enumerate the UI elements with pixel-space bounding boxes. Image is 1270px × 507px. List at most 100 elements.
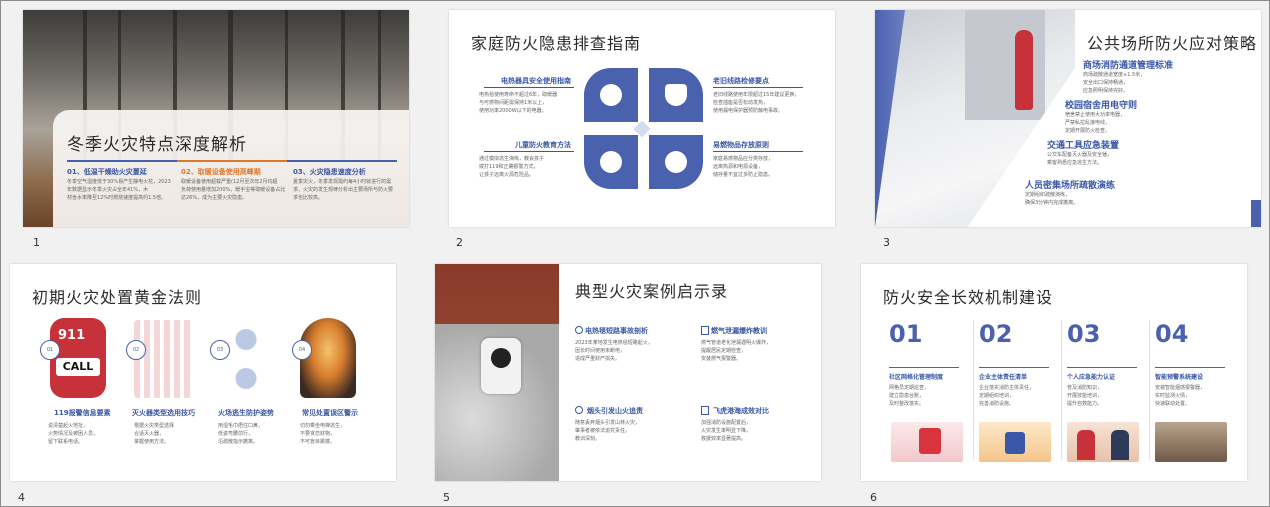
clock-icon bbox=[665, 151, 687, 173]
item-heading: 烟头引发山火追责 bbox=[587, 407, 643, 415]
item-text: 商场疏散通道宽度≥1.5米， bbox=[1083, 72, 1146, 78]
item-text: 不可盲目跳楼。 bbox=[300, 439, 336, 445]
shield-icon bbox=[665, 84, 687, 106]
item-heading: 儿童防火教育方法 bbox=[515, 141, 571, 149]
item-text: 夏季灾火，冬季发现需约每4小时就进行的需 bbox=[293, 179, 392, 185]
item-text: 定期组织培训， bbox=[979, 393, 1015, 399]
slide-number: 3 bbox=[883, 236, 890, 249]
item-text: 定期组织疏散演练， bbox=[1025, 192, 1071, 198]
title-panel: 冬季火灾特点深度解析 01、低温干燥助火灾蔓延 冬季空气湿度低于30%易产生静电… bbox=[53, 110, 409, 227]
bulb-icon bbox=[600, 84, 622, 106]
item-text: 教训深刻。 bbox=[575, 436, 601, 442]
item-text: 低姿弯腰前行， bbox=[218, 431, 254, 437]
item-text: 燃气管道老化泄漏遇明火爆炸， bbox=[701, 340, 772, 346]
controller-image bbox=[481, 338, 521, 394]
item-heading: 电热毯短路事故剖析 bbox=[585, 327, 648, 335]
slide-thumbnail-2[interactable]: 家庭防火隐患排查指南 电热器具安全使用指南 电热毯使用寿命不超过6年，取暖器 与… bbox=[449, 10, 835, 227]
item-heading: 交通工具应急装置 bbox=[1047, 141, 1120, 151]
item-text: 肇事者被依法追究责任， bbox=[575, 428, 631, 434]
item-heading: 火场逃生防护姿势 bbox=[218, 409, 274, 417]
slide-thumbnail-4[interactable]: 初期火灾处置黄金法则 911 CALL 01 02 03 04 119报警信息要… bbox=[10, 264, 396, 481]
firefighter-figure bbox=[1077, 430, 1095, 460]
heading-underline bbox=[1067, 367, 1137, 368]
item-text: 救援效率显著提高。 bbox=[701, 436, 747, 442]
item-text: 年数据显示冬季火灾占全年41%，木 bbox=[67, 187, 149, 193]
slide-title: 初期火灾处置黄金法则 bbox=[32, 288, 203, 307]
presenter-figure bbox=[919, 428, 941, 454]
corner-accent bbox=[1251, 200, 1261, 227]
slide-thumbnail-5[interactable]: 典型火灾案例启示录 电热毯短路事故剖析 2023年某地发生电热毯短路起火， 因长… bbox=[435, 264, 821, 481]
item-text: 网格员定期巡查， bbox=[889, 385, 930, 391]
item-text: 完善消防设施。 bbox=[979, 401, 1015, 407]
item-text: 老旧线路使用年限超过15年建议更换， bbox=[713, 92, 800, 98]
call-number: 911 bbox=[58, 328, 86, 343]
item-heading: 个人应急能力认证 bbox=[1067, 374, 1116, 381]
item-heading: 灭火器类型选用技巧 bbox=[132, 409, 195, 417]
item-text: 与可燃物间距需保持1米以上， bbox=[479, 100, 548, 106]
item-text: 提升自救能力。 bbox=[1067, 401, 1103, 407]
item-text: 安全出口保持畅通， bbox=[1083, 80, 1129, 86]
slide-title: 冬季火灾特点深度解析 bbox=[67, 135, 247, 155]
item-text: 普及消防知识， bbox=[1067, 385, 1103, 391]
item-text: 建立隐患台账， bbox=[889, 393, 925, 399]
item-heading: 01、低温干燥助火灾蔓延 bbox=[67, 168, 147, 176]
item-text: 应急照明保持完好。 bbox=[1083, 88, 1129, 94]
item-text: 负荷使用量增加200%，暖手宝等取暖设备占比 bbox=[181, 187, 286, 193]
item-text: 公交车配备灭火器及安全锤， bbox=[1047, 152, 1113, 158]
call-phone-image: 911 CALL bbox=[50, 318, 106, 398]
slide-number: 5 bbox=[443, 491, 450, 504]
step-number: 04 bbox=[1155, 320, 1189, 348]
item-heading: 02、取暖设备使用高峰期 bbox=[181, 168, 261, 176]
item-text: 通过模拟逃生演练，教会孩子 bbox=[479, 156, 545, 162]
item-text: 远离热源和电源设备， bbox=[713, 164, 764, 170]
lock-icon bbox=[1005, 432, 1025, 454]
heading-underline bbox=[979, 367, 1049, 368]
item-text: 使用功率2000W以下的电器。 bbox=[479, 108, 547, 114]
step-number: 03 bbox=[1067, 320, 1101, 348]
item-text: 企业落实消防主体责任， bbox=[979, 385, 1035, 391]
item-text: 说清楚起火地址， bbox=[48, 423, 89, 429]
item-text: 用湿毛巾捂住口鼻， bbox=[218, 423, 264, 429]
item-heading: 119报警信息要素 bbox=[54, 409, 111, 417]
slide-thumbnail-1[interactable]: 冬季火灾特点深度解析 01、低温干燥助火灾蔓延 冬季空气湿度低于30%易产生静电… bbox=[23, 10, 409, 227]
slide-title: 家庭防火隐患排查指南 bbox=[471, 34, 642, 53]
column-divider bbox=[973, 320, 974, 460]
item-heading: 常见处置误区警示 bbox=[302, 409, 358, 417]
badge-circle: 03 bbox=[210, 340, 230, 360]
item-text: 加强消防设施配置后， bbox=[701, 420, 752, 426]
slide-number: 4 bbox=[18, 491, 25, 504]
item-text: 合适灭火器， bbox=[134, 431, 165, 437]
extinguisher-grid-image bbox=[134, 320, 194, 398]
item-text: 根据火灾类型选择 bbox=[134, 423, 175, 429]
item-text: 取暖设备使用超载严重(12月至次年2月均超 bbox=[181, 179, 278, 185]
item-text: 拨打119和正确报警方式， bbox=[479, 164, 539, 170]
item-heading: 校园宿舍用电守则 bbox=[1065, 101, 1138, 111]
item-text: 求，火灾的发生规律分析出主要场所与防火要 bbox=[293, 187, 394, 193]
heading-underline bbox=[713, 87, 803, 88]
item-text: 乘客熟悉应急逃生方法。 bbox=[1047, 160, 1103, 166]
item-text: 达26%，成为主要火灾隐患。 bbox=[181, 195, 248, 201]
slide-thumbnail-6[interactable]: 防火安全长效机制建设 01 02 03 04 社区网格化管理制度 网格员定期巡查… bbox=[861, 264, 1247, 481]
item-text: 电热毯使用寿命不超过6年，取暖器 bbox=[479, 92, 558, 98]
item-heading: 易燃物品存放原则 bbox=[713, 141, 769, 149]
slide-title: 典型火灾案例启示录 bbox=[575, 282, 729, 301]
item-text: 2023年某地发生电热毯短路起火， bbox=[575, 340, 653, 346]
item-text: 快速联动处置。 bbox=[1155, 401, 1191, 407]
item-heading: 企业主体责任清单 bbox=[979, 374, 1028, 381]
item-heading: 03、火灾隐患速度分析 bbox=[293, 168, 366, 176]
item-heading: 人员密集场所疏散演练 bbox=[1025, 181, 1116, 191]
item-heading: 智能预警系统建设 bbox=[1155, 374, 1204, 381]
dial-icon bbox=[491, 348, 511, 368]
item-text: 留下联系电话。 bbox=[48, 439, 84, 445]
item-text: 掌握使用方法。 bbox=[134, 439, 170, 445]
extinguisher-image bbox=[1015, 30, 1033, 110]
slide-thumbnail-3[interactable]: 公共场所防火应对策略 商场消防通道管理标准 商场疏散通道宽度≥1.5米， 安全出… bbox=[875, 10, 1261, 227]
magnifier-icon bbox=[575, 326, 583, 334]
heading-underline bbox=[889, 367, 959, 368]
item-text: 使用漏电保护器预防触电事故。 bbox=[713, 108, 784, 114]
item-heading: 燃气泄漏爆炸教训 bbox=[711, 327, 767, 335]
slide-number: 2 bbox=[456, 236, 463, 249]
column-divider bbox=[1149, 320, 1150, 460]
item-text: 火势情况及被困人员， bbox=[48, 431, 99, 437]
slide-title: 公共场所防火应对策略 bbox=[1087, 34, 1258, 53]
